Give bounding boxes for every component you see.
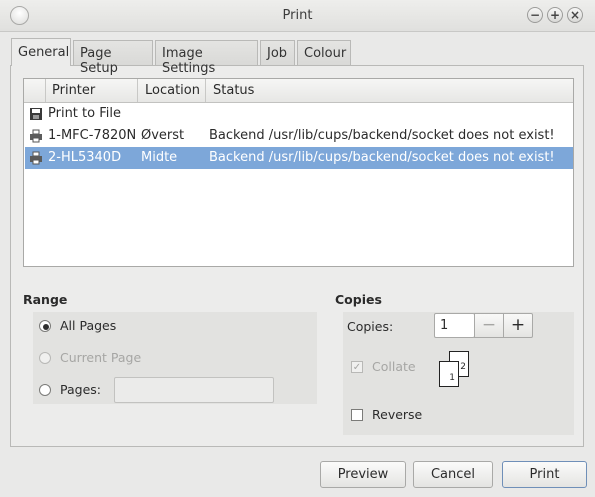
printer-status: Backend /usr/lib/cups/backend/socket doe… [209, 150, 555, 165]
tab-general[interactable]: General [11, 38, 71, 66]
pages-input[interactable] [114, 377, 274, 403]
tab-image-settings[interactable]: Image Settings [155, 40, 258, 76]
icon-column-header [24, 79, 46, 102]
copies-increment-button[interactable]: + [503, 313, 533, 338]
printer-name: Print to File [48, 106, 121, 121]
close-icon[interactable]: × [567, 7, 583, 23]
printer-location: Midte [141, 150, 178, 165]
cancel-button[interactable]: Cancel [413, 461, 493, 488]
tab-job[interactable]: Job [260, 40, 295, 65]
printer-icon [30, 151, 42, 165]
column-header-location[interactable]: Location [138, 79, 206, 102]
all-pages-radio[interactable] [39, 320, 51, 332]
printer-list[interactable]: Printer Location Status Print to File 1-… [23, 78, 574, 267]
printer-row-selected[interactable]: 2-HL5340D Midte Backend /usr/lib/cups/ba… [25, 147, 573, 169]
column-header-status[interactable]: Status [206, 79, 574, 102]
copies-input[interactable]: 1 [434, 313, 475, 338]
collate-label: Collate [372, 359, 416, 374]
minimize-icon[interactable]: − [527, 7, 543, 23]
pages-radio[interactable] [39, 384, 51, 396]
tab-page-setup[interactable]: Page Setup [73, 40, 153, 76]
print-button[interactable]: Print [502, 461, 587, 488]
range-title: Range [23, 292, 68, 307]
current-page-radio [39, 352, 51, 364]
printer-row[interactable]: Print to File [25, 103, 573, 125]
tab-colour[interactable]: Colour [297, 40, 351, 65]
window-title: Print [282, 8, 313, 23]
file-save-icon [30, 108, 42, 120]
reverse-label[interactable]: Reverse [372, 407, 422, 422]
copies-label: Copies: [347, 319, 394, 334]
collate-page-front: 1 [439, 361, 459, 387]
current-page-label: Current Page [60, 350, 142, 365]
pages-label[interactable]: Pages: [60, 382, 101, 397]
printer-list-header: Printer Location Status [24, 79, 573, 103]
printer-icon [30, 129, 42, 143]
printer-name: 1-MFC-7820N [48, 128, 137, 143]
maximize-icon[interactable]: + [547, 7, 563, 23]
reverse-checkbox[interactable] [351, 409, 363, 421]
copies-title: Copies [335, 292, 382, 307]
collate-checkbox: ✓ [351, 361, 363, 373]
preview-button[interactable]: Preview [320, 461, 406, 488]
column-header-printer[interactable]: Printer [46, 79, 138, 102]
printer-name: 2-HL5340D [48, 150, 122, 165]
copies-decrement-button[interactable]: − [474, 313, 504, 338]
all-pages-label[interactable]: All Pages [60, 318, 116, 333]
printer-row[interactable]: 1-MFC-7820N Øverst Backend /usr/lib/cups… [25, 125, 573, 147]
printer-status: Backend /usr/lib/cups/backend/socket doe… [209, 128, 555, 143]
printer-location: Øverst [141, 128, 185, 143]
